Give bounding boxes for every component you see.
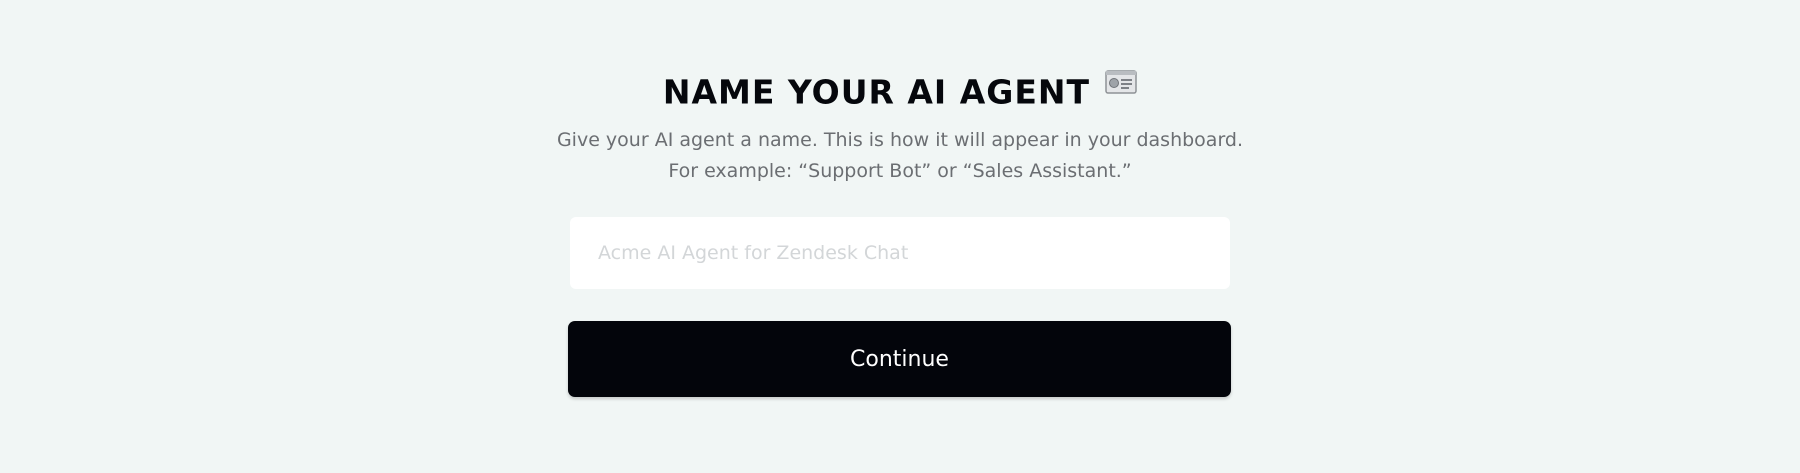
description-line-1: Give your AI agent a name. This is how i… <box>556 129 1244 151</box>
id-card-icon <box>1105 65 1137 113</box>
agent-name-input[interactable] <box>570 217 1230 289</box>
description-line-2: For example: “Support Bot” or “Sales Ass… <box>668 160 1132 182</box>
continue-button[interactable]: Continue <box>568 321 1231 397</box>
page-title: NAME YOUR AI AGENT <box>662 72 1090 112</box>
title-row: NAME YOUR AI AGENT <box>0 68 1800 116</box>
onboarding-panel: NAME YOUR AI AGENT Give your AI agent a … <box>0 0 1800 473</box>
